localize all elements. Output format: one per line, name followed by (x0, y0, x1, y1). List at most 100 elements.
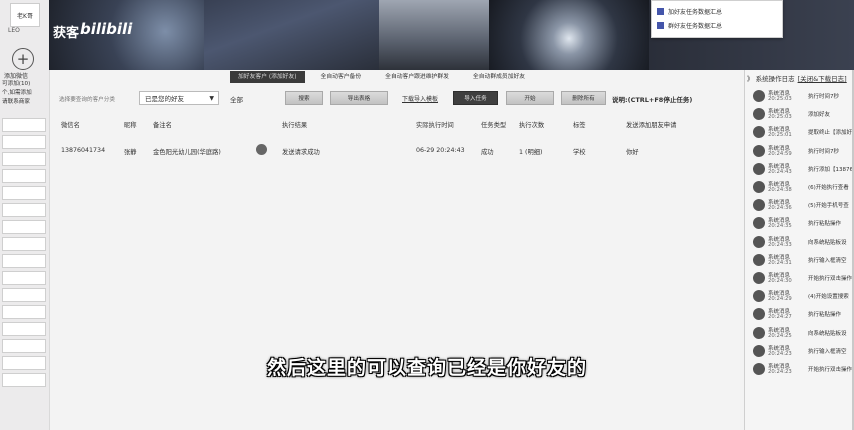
video-subtitle: 然后这里的可以查询已经是你好友的 (266, 357, 587, 379)
add-wechat-label: 添加微信 (4, 73, 29, 80)
chart-icon (657, 22, 664, 29)
system-avatar-icon (753, 272, 765, 284)
system-avatar-icon (753, 235, 765, 248)
query-toolbar: 选择要查询的客户分类 已是您的好友 ▼ 全部 搜索 导出表格 下载导入模板 导入… (49, 91, 744, 107)
log-time: 20:24:27 (768, 314, 792, 321)
category-label: 选择要查询的客户分类 (59, 97, 115, 103)
column-header[interactable]: 标签 (573, 120, 586, 129)
system-avatar-icon (753, 108, 765, 121)
column-header[interactable]: 任务类型 (481, 120, 506, 129)
log-time: 20:24:30 (768, 278, 792, 284)
cell-result: 发送请求成功 (282, 149, 320, 156)
log-entry: 系统消息 20:24:36 (5)开始手机号查 (753, 198, 854, 216)
tab-add-friends[interactable]: 加好友客户 (添加好友) (230, 71, 305, 83)
log-message: (6)开始执行查看 (808, 185, 849, 191)
log-time: 20:24:29 (768, 296, 792, 303)
log-entry: 系统消息 20:25:03 添加好友 (753, 107, 854, 125)
account-slot[interactable] (2, 237, 46, 251)
account-slot[interactable] (2, 152, 46, 166)
log-time: 20:24:38 (768, 187, 792, 193)
column-header[interactable]: 执行次数 (519, 120, 544, 129)
system-avatar-icon (753, 199, 765, 212)
add-wechat-icon[interactable]: + (12, 48, 34, 70)
account-slot[interactable] (2, 305, 46, 319)
table-row[interactable]: 13876041734 张静 金色阳光幼儿园(华庭路) 发送请求成功 06-29… (49, 144, 744, 157)
account-slot[interactable] (2, 322, 46, 336)
column-header[interactable]: 微信名 (61, 120, 80, 129)
log-message: 向系统粘贴板设 (808, 239, 847, 246)
account-slot[interactable] (2, 220, 46, 234)
cell-nickname: 张静 (124, 149, 137, 156)
download-template-link[interactable]: 下载导入模板 (402, 94, 438, 103)
cell-exec-count[interactable]: 1 (明细) (519, 147, 543, 156)
log-header: 》 系统操作日志 [关闭&下载日志] (747, 73, 847, 83)
avatar[interactable]: 老K哥 (10, 3, 40, 27)
system-avatar-icon (753, 144, 765, 157)
column-header[interactable]: 备注名 (153, 120, 172, 129)
column-header[interactable]: 实际执行时间 (416, 120, 454, 129)
close-download-log-link[interactable]: [关闭&下载日志] (798, 75, 847, 83)
delete-all-button[interactable]: 删除所有 (561, 91, 606, 105)
log-time: 20:24:59 (768, 150, 792, 157)
menu-item-friend-summary[interactable]: 加好友任务数据汇总 (657, 7, 722, 16)
log-time: 20:24:31 (768, 259, 792, 266)
banner-image-people (204, 0, 380, 70)
account-slot[interactable] (2, 118, 46, 132)
account-slot[interactable] (2, 186, 46, 200)
log-entry: 系统消息 20:24:30 开始执行双击操作 (753, 271, 854, 289)
cell-exec-time: 06-29 20:24:43 (416, 147, 465, 154)
log-message: 执行粘贴操作 (808, 312, 842, 319)
bilibili-logo: bilibili (80, 20, 133, 38)
account-slot[interactable] (2, 271, 46, 285)
account-slot[interactable] (2, 254, 46, 268)
log-time: 20:24:35 (768, 223, 792, 230)
system-avatar-icon (753, 217, 765, 230)
log-time: 20:24:36 (768, 205, 792, 212)
log-entry: 系统消息 20:24:35 执行粘贴操作 (753, 216, 854, 234)
cell-wechat-name: 13876041734 (61, 147, 106, 154)
banner-image-robot: 获客 bilibili (49, 0, 205, 70)
import-task-button[interactable]: 导入任务 (453, 91, 498, 105)
all-filter[interactable]: 全部 (230, 94, 243, 104)
account-slot[interactable] (2, 339, 46, 353)
account-slot[interactable] (2, 288, 46, 302)
tab-customer-backup[interactable]: 全自动客户备份 (313, 71, 370, 83)
info-line: 请联系商家 (2, 99, 30, 105)
menu-item-label: 加好友任务数据汇总 (668, 9, 723, 16)
log-entry: 系统消息 20:25:01 提取终止【添加好友 (753, 125, 854, 143)
system-avatar-icon (753, 308, 765, 321)
log-time: 20:25:03 (768, 96, 792, 102)
menu-item-group-summary[interactable]: 群好友任务数据汇总 (657, 21, 722, 30)
log-time: 20:25:01 (768, 132, 792, 139)
log-message: 执行时间7秒 (808, 148, 839, 155)
start-button[interactable]: 开始 (506, 91, 554, 105)
column-header[interactable]: 执行结果 (282, 120, 307, 129)
tab-group-add-friends[interactable]: 全自动群成员加好友 (465, 71, 533, 83)
log-message: 向系统粘贴板设 (808, 330, 847, 337)
log-message: 执行时间7秒 (808, 94, 839, 100)
table-header: 微信名 昵称 备注名 执行结果 实际执行时间 任务类型 执行次数 标签 发送添加… (49, 118, 744, 130)
system-avatar-icon (753, 326, 765, 339)
info-line: 可添加(10) (2, 81, 31, 87)
tab-customer-followup[interactable]: 全自动客户跟进维护群发 (377, 71, 457, 83)
export-button[interactable]: 导出表格 (330, 91, 388, 105)
column-header[interactable]: 发送添加朋友申请 (626, 120, 676, 129)
account-slot[interactable] (2, 169, 46, 183)
log-time: 20:24:43 (768, 168, 792, 175)
banner-image-tech (489, 0, 650, 70)
account-limit-info: 可添加(10) 个,如需添加 请联系商家 (2, 80, 48, 107)
search-button[interactable]: 搜索 (285, 91, 323, 105)
banner-image-office (379, 0, 490, 70)
log-entry: 系统消息 20:24:27 执行粘贴操作 (753, 307, 854, 325)
log-entry: 系统消息 20:25:03 执行时间7秒 (753, 89, 854, 107)
category-select[interactable]: 已是您的好友 ▼ (139, 91, 219, 105)
account-slot[interactable] (2, 203, 46, 217)
log-entry: 系统消息 20:24:25 向系统粘贴板设 (753, 326, 854, 344)
log-message: (5)开始手机号查 (808, 203, 849, 210)
column-header[interactable]: 昵称 (124, 120, 137, 129)
cell-request-message: 你好 (626, 149, 639, 156)
chart-icon (657, 8, 664, 15)
cell-task-type: 成功 (481, 149, 494, 156)
system-avatar-icon (753, 181, 765, 193)
account-slot[interactable] (2, 135, 46, 149)
